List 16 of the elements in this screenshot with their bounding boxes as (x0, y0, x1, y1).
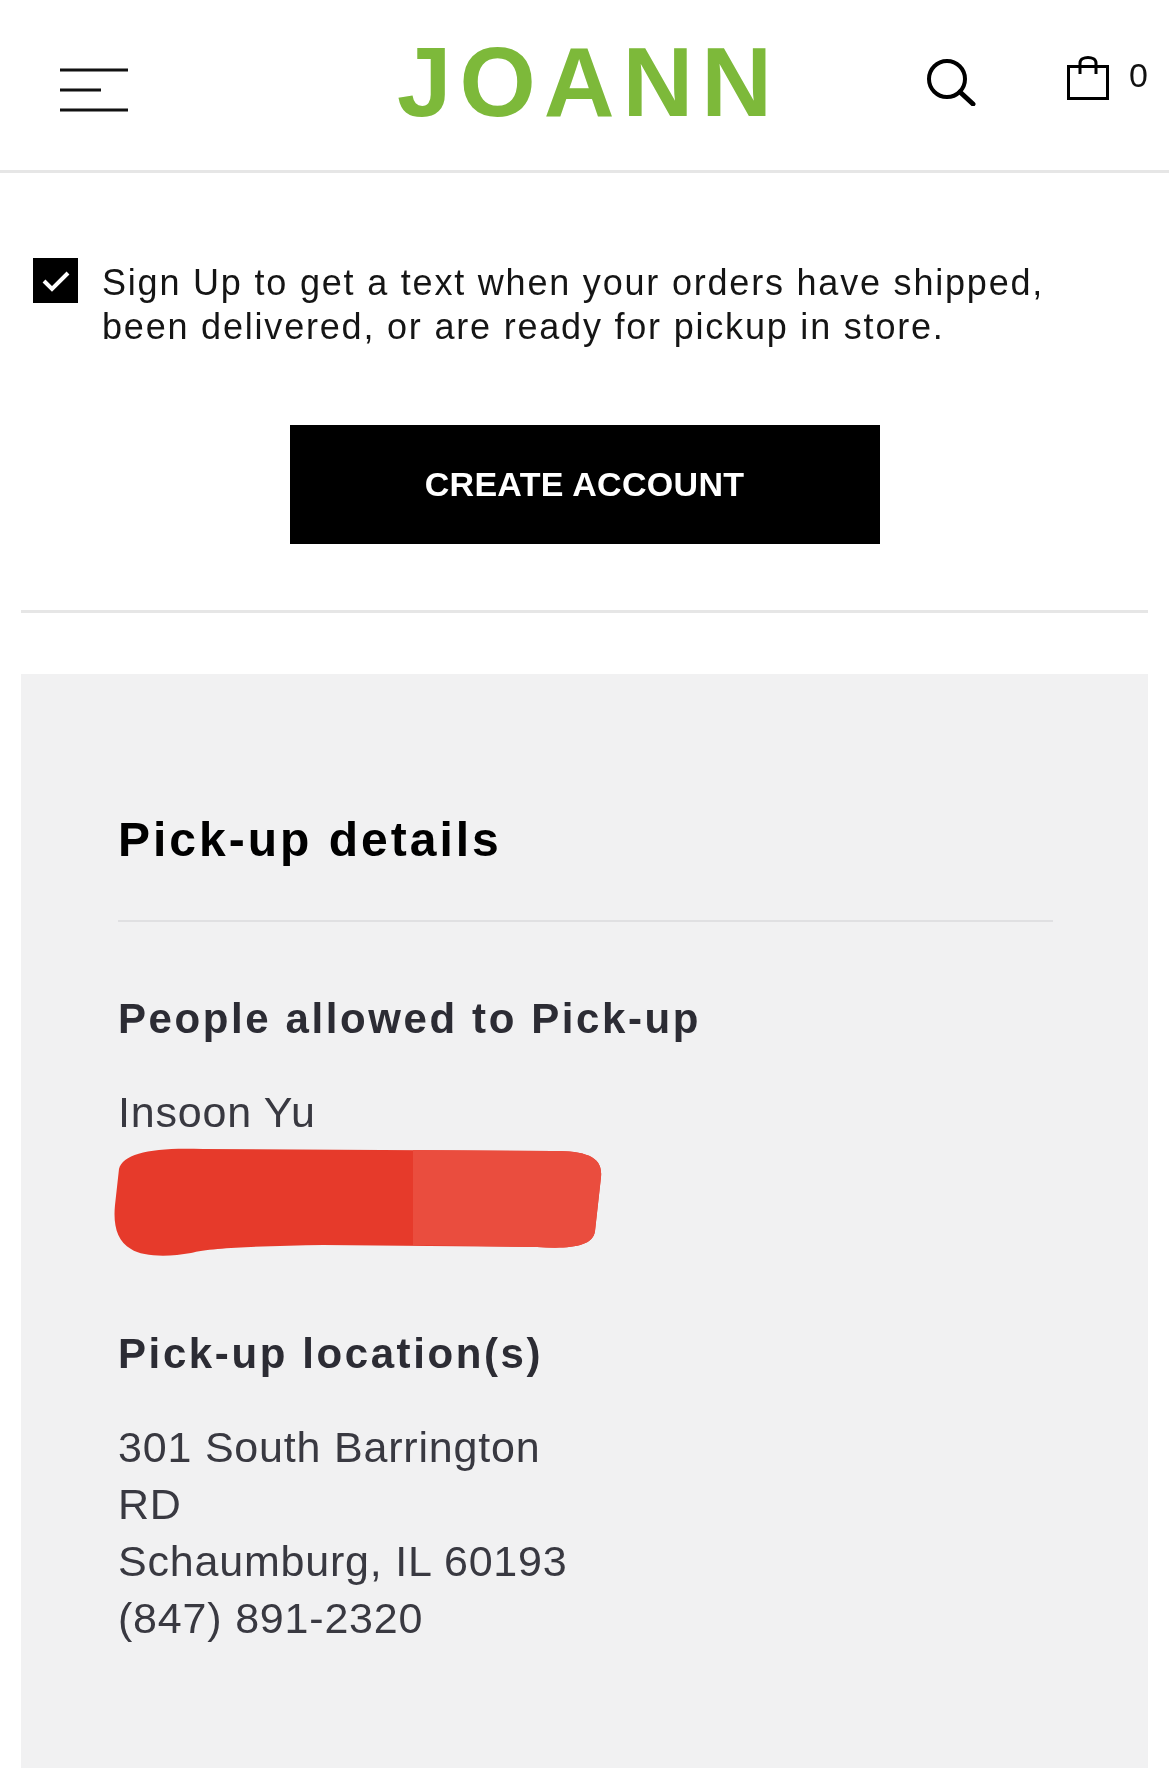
detail-line: 301 South Barrington (118, 1422, 541, 1473)
detail-line: (847) 891-2320 (118, 1593, 424, 1644)
sms-signup-text: Sign Up to get a text when your orders have shipped, been delivered, or are ready for pickup in store. (102, 261, 1046, 349)
section-heading: People allowed to Pick-up (118, 994, 702, 1044)
cart-count: 0 (1129, 55, 1148, 95)
section-heading: Pick-up location(s) (118, 1329, 544, 1379)
pickup-details-title: Pick-up details (118, 812, 502, 868)
search-icon[interactable] (926, 58, 977, 106)
sms-signup-checkbox[interactable] (33, 258, 78, 303)
shopping-bag-icon[interactable] (1067, 54, 1110, 100)
detail-line: Insoon Yu (118, 1087, 316, 1138)
create-account-button[interactable]: CREATE ACCOUNT (289, 425, 880, 544)
detail-line: Schaumburg, IL 60193 (118, 1536, 568, 1587)
menu-icon[interactable] (60, 68, 128, 112)
detail-line: RD (118, 1479, 182, 1530)
checkmark-icon (41, 269, 70, 292)
